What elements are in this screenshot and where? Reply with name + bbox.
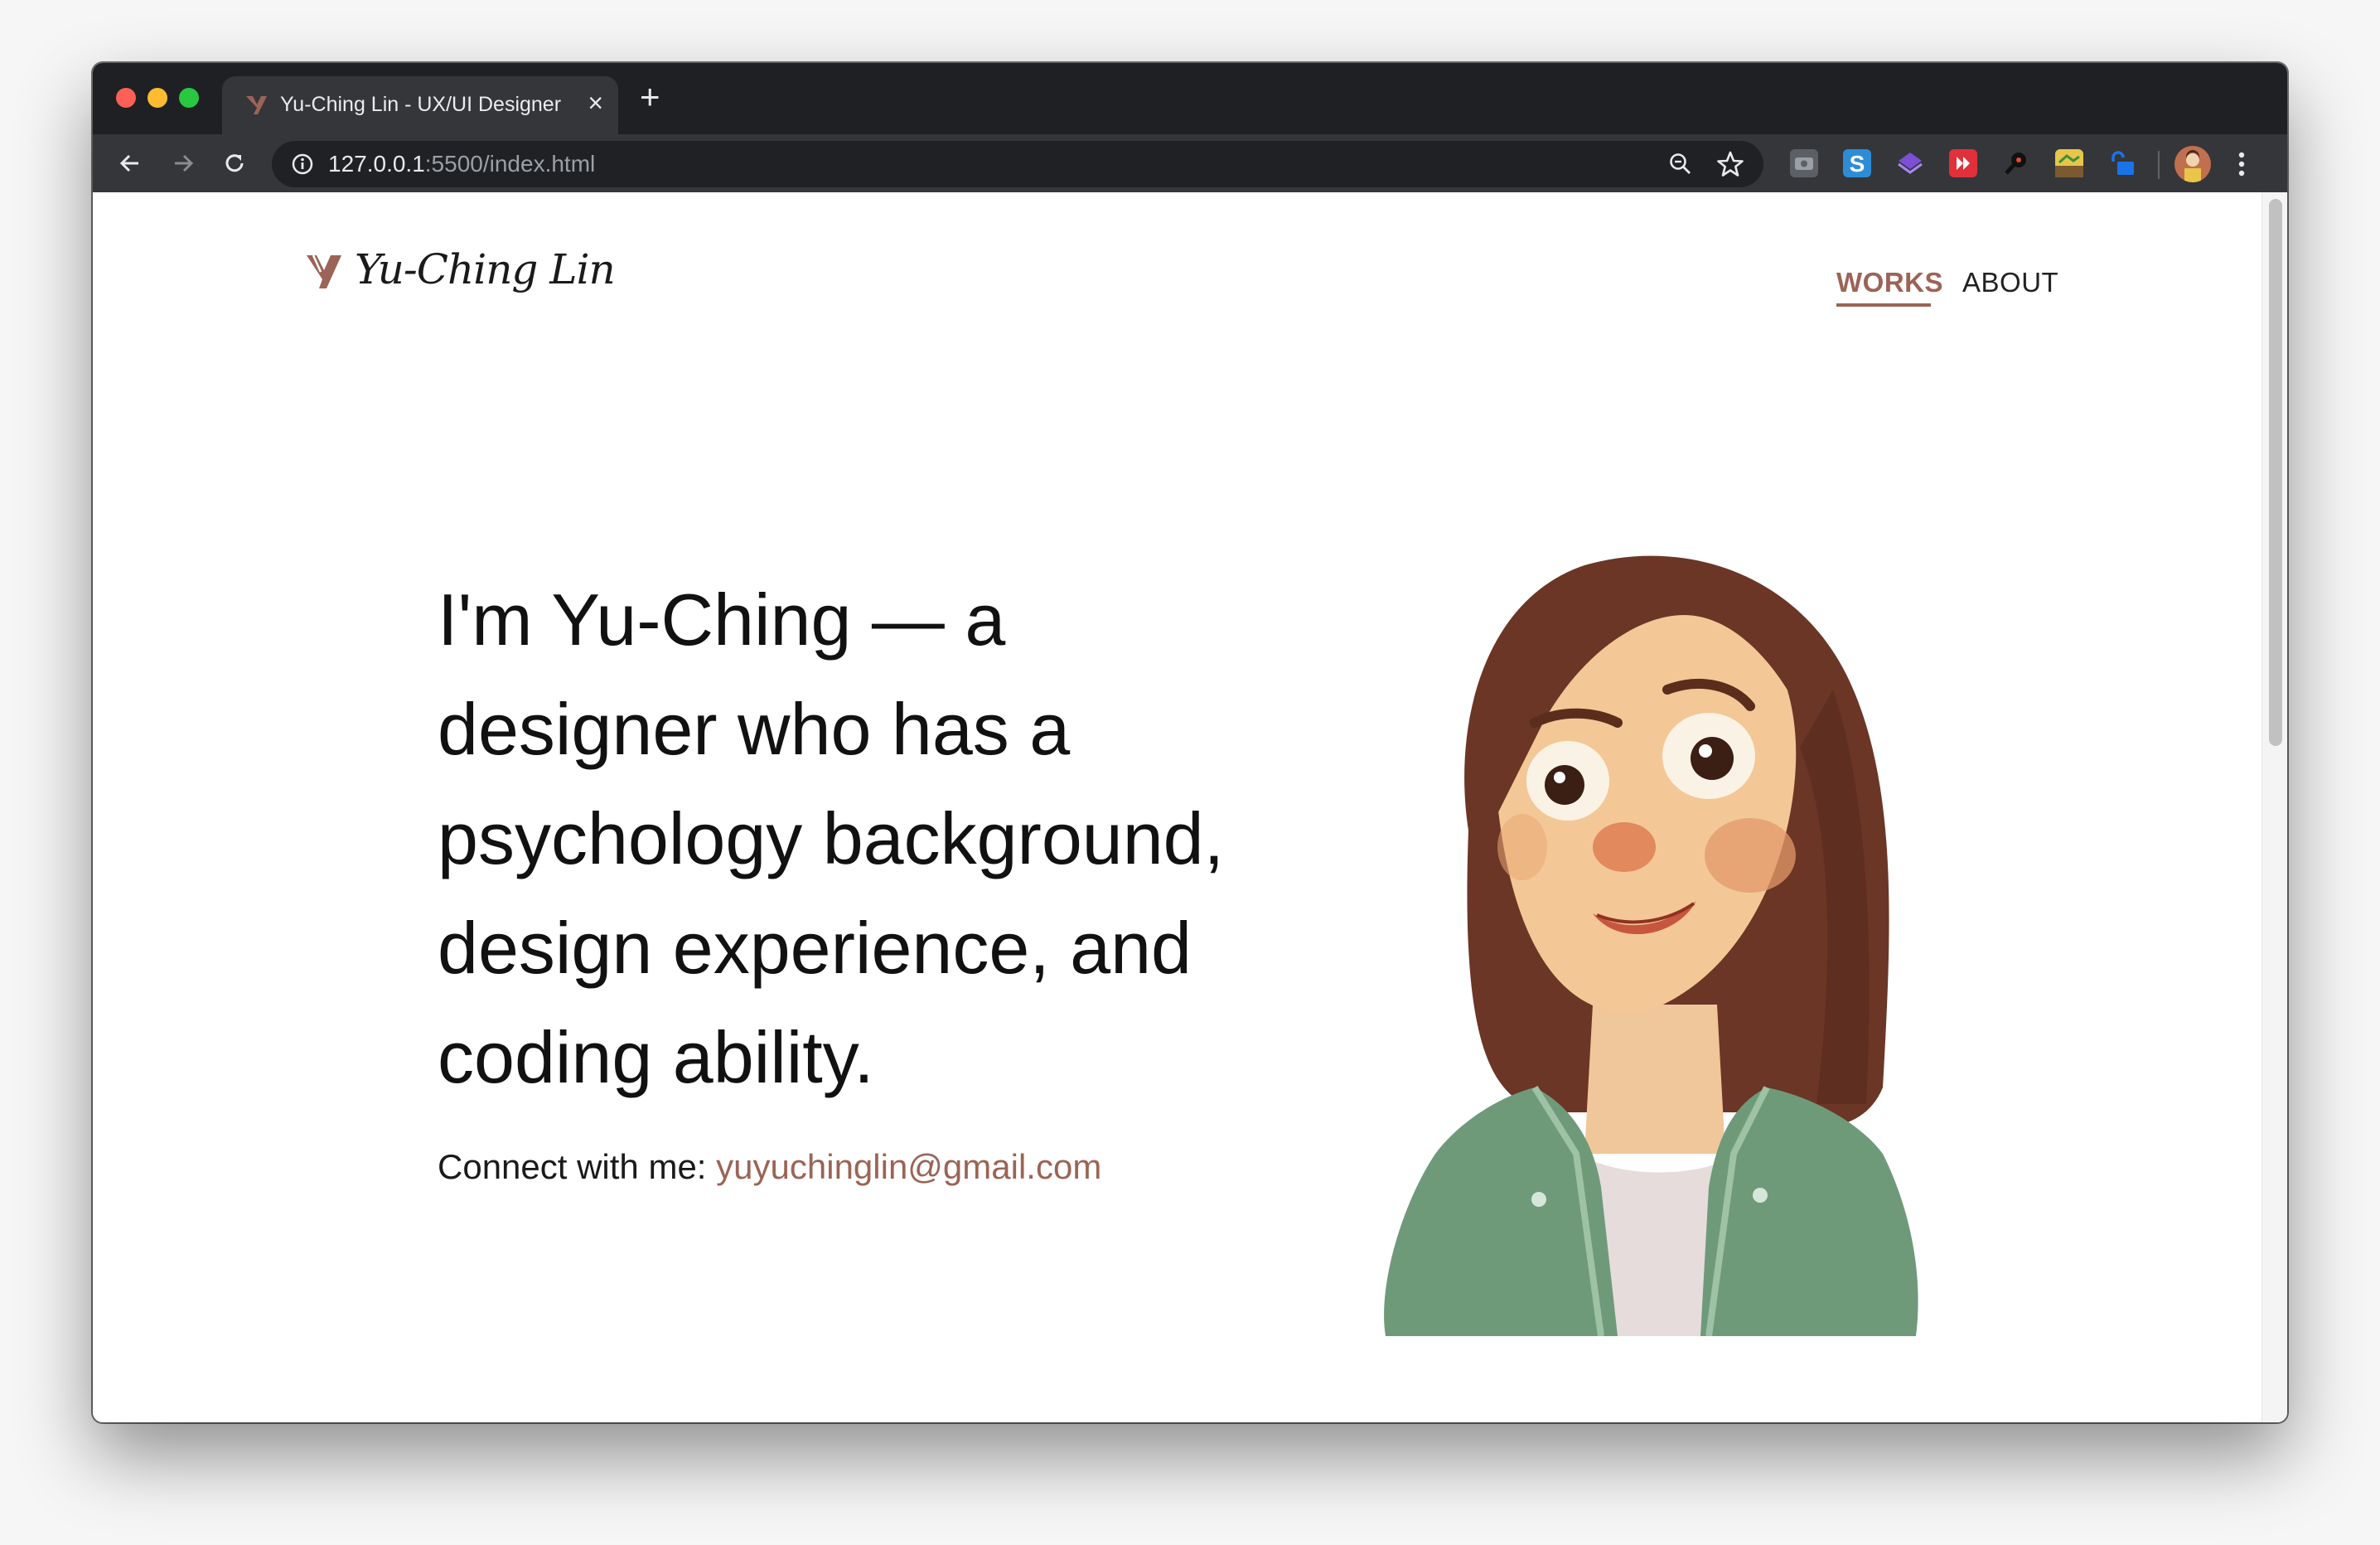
info-icon[interactable] bbox=[290, 152, 315, 177]
back-button[interactable] bbox=[108, 141, 152, 186]
nav-active-underline bbox=[1836, 303, 1931, 307]
bookmark-star-icon[interactable] bbox=[1715, 149, 1745, 179]
extension-red-icon[interactable] bbox=[1949, 149, 1977, 177]
tab-strip: Yu-Ching Lin - UX/UI Designer × + bbox=[93, 63, 2287, 134]
address-bar[interactable]: 127.0.0.1:5500/index.html bbox=[272, 141, 1763, 187]
extension-yellow-icon[interactable] bbox=[2055, 149, 2083, 177]
tab-close-icon[interactable]: × bbox=[588, 88, 603, 118]
logo-icon[interactable] bbox=[305, 252, 343, 292]
maximize-window-button[interactable] bbox=[179, 88, 199, 108]
extension-black-icon[interactable] bbox=[2002, 149, 2030, 177]
logo-text[interactable]: Yu-Ching Lin bbox=[355, 245, 616, 293]
scrollbar-thumb[interactable] bbox=[2269, 199, 2282, 746]
extension-purple-icon[interactable] bbox=[1896, 149, 1924, 177]
site-favicon-icon bbox=[246, 96, 267, 114]
page-viewport: Yu-Ching Lin WORKS ABOUT I'm Yu-Ching — … bbox=[93, 192, 2287, 1422]
zoom-icon[interactable] bbox=[1667, 151, 1694, 177]
email-link[interactable]: yuyuchinglin@gmail.com bbox=[716, 1147, 1101, 1186]
arrow-right-icon bbox=[175, 154, 194, 172]
forward-button[interactable] bbox=[161, 141, 206, 186]
profile-avatar[interactable] bbox=[2174, 146, 2211, 182]
extension-s-icon[interactable]: S bbox=[1843, 149, 1871, 177]
nav-works-link[interactable]: WORKS bbox=[1836, 267, 1943, 298]
new-tab-button[interactable]: + bbox=[640, 80, 660, 114]
extension-lock-icon[interactable] bbox=[2108, 149, 2136, 177]
browser-toolbar: 127.0.0.1:5500/index.html S bbox=[93, 134, 2287, 192]
arrow-left-icon bbox=[119, 154, 138, 172]
scrollbar-track[interactable] bbox=[2261, 192, 2287, 1422]
connect-label: Connect with me: bbox=[438, 1147, 707, 1186]
minimize-window-button[interactable] bbox=[148, 88, 167, 108]
toolbar-separator bbox=[2158, 151, 2160, 179]
hero-headline: I'm Yu-Ching — a designer who has a psyc… bbox=[438, 579, 1225, 1098]
browser-window: Yu-Ching Lin - UX/UI Designer × + 127.0.… bbox=[93, 63, 2287, 1422]
close-window-button[interactable] bbox=[116, 88, 136, 108]
extension-screenshot-icon[interactable] bbox=[1790, 149, 1818, 177]
active-tab[interactable]: Yu-Ching Lin - UX/UI Designer × bbox=[222, 76, 618, 134]
connect-line: Connect with me: yuyuchinglin@gmail.com bbox=[438, 1147, 1101, 1187]
reload-icon bbox=[225, 154, 244, 172]
reload-button[interactable] bbox=[212, 141, 257, 186]
svg-text:S: S bbox=[1850, 151, 1865, 177]
nav-about-link[interactable]: ABOUT bbox=[1962, 267, 2058, 298]
tab-title: Yu-Ching Lin - UX/UI Designer bbox=[280, 93, 562, 116]
portrait-illustration bbox=[1384, 555, 1918, 1336]
more-menu-icon[interactable] bbox=[2229, 148, 2254, 181]
url-text[interactable]: 127.0.0.1:5500/index.html bbox=[328, 151, 595, 177]
